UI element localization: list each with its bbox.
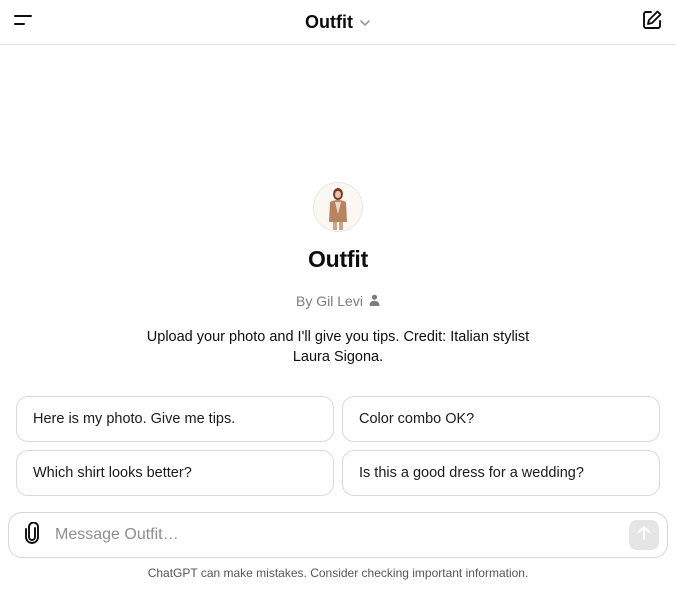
starter-label: Here is my photo. Give me tips.: [33, 411, 236, 427]
new-chat-button[interactable]: [638, 8, 666, 36]
person-icon: [369, 293, 380, 309]
menu-button[interactable]: [10, 8, 38, 36]
gpt-avatar: [313, 182, 363, 232]
starter-label: Which shirt looks better?: [33, 465, 192, 481]
menu-icon: [14, 13, 34, 32]
starter-button[interactable]: Color combo OK?: [342, 396, 660, 442]
chat-page: Outfit Outfit By Gil Levi Upload your ph…: [0, 0, 676, 590]
arrow-up-icon: [637, 525, 651, 546]
gpt-description: Upload your photo and I'll give you tips…: [146, 329, 530, 365]
author-byline[interactable]: By Gil Levi: [296, 293, 380, 309]
message-input[interactable]: [55, 520, 629, 550]
attach-button[interactable]: [17, 520, 47, 550]
disclaimer: ChatGPT can make mistakes. Consider chec…: [147, 566, 529, 580]
starter-button[interactable]: Here is my photo. Give me tips.: [16, 396, 334, 442]
starter-button[interactable]: Is this a good dress for a wedding?: [342, 450, 660, 496]
gpt-name: Outfit: [307, 246, 369, 272]
top-bar: Outfit: [0, 0, 676, 45]
conversation-starters: Here is my photo. Give me tips. Color co…: [16, 396, 660, 496]
starter-label: Color combo OK?: [359, 411, 475, 427]
chevron-down-icon: [359, 19, 371, 27]
new-chat-icon: [641, 9, 663, 36]
starter-button[interactable]: Which shirt looks better?: [16, 450, 334, 496]
gpt-switcher[interactable]: Outfit: [305, 12, 371, 33]
paperclip-icon: [24, 521, 40, 549]
gpt-intro: Outfit By Gil Levi Upload your photo and…: [0, 182, 676, 367]
author-name: By Gil Levi: [296, 293, 363, 309]
send-button[interactable]: [629, 520, 659, 550]
message-composer: [8, 512, 668, 558]
header-title: Outfit: [305, 11, 353, 32]
starter-label: Is this a good dress for a wedding?: [359, 465, 584, 481]
